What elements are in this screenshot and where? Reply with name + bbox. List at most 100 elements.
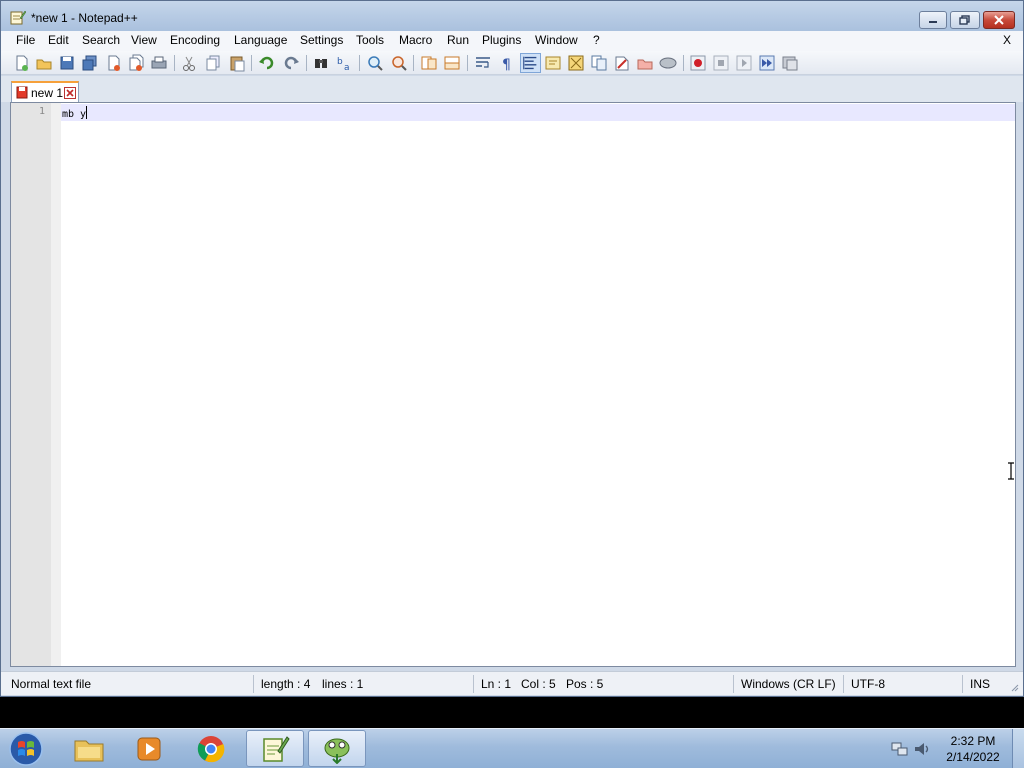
toolbar-separator <box>467 55 468 71</box>
stop-recording-icon[interactable] <box>712 54 730 72</box>
word-wrap-icon[interactable] <box>474 54 492 72</box>
current-line-highlight <box>61 104 1015 121</box>
taskbar-app[interactable] <box>308 730 366 767</box>
window-title: *new 1 - Notepad++ <box>31 11 138 25</box>
menu-help[interactable]: ? <box>593 33 600 47</box>
eye-icon[interactable] <box>659 54 677 72</box>
menu-encoding[interactable]: Encoding <box>170 33 220 47</box>
close-window-button[interactable] <box>983 11 1015 29</box>
system-clock[interactable]: 2:32 PM 2/14/2022 <box>940 733 1006 765</box>
undo-icon[interactable] <box>258 54 276 72</box>
tab-label: new 1 <box>31 86 64 100</box>
replace-icon[interactable]: ba <box>336 54 354 72</box>
menu-window[interactable]: Window <box>535 33 578 47</box>
cut-icon[interactable] <box>180 54 198 72</box>
run-macro-multiple-icon[interactable] <box>758 54 776 72</box>
user-defined-language-icon[interactable] <box>544 54 562 72</box>
sync-horizontal-icon[interactable] <box>443 54 461 72</box>
menu-file[interactable]: File <box>16 33 35 47</box>
status-col: Col : 5 <box>521 677 556 691</box>
code-line[interactable]: mb y <box>62 106 88 120</box>
clock-time: 2:32 PM <box>950 734 996 748</box>
tab-bar: new 1 <box>1 76 1023 102</box>
close-document-button[interactable]: X <box>1003 33 1011 47</box>
save-macro-icon[interactable] <box>781 54 799 72</box>
maximize-button[interactable] <box>950 11 980 29</box>
notepad-plus-plus-icon <box>263 735 290 762</box>
taskbar-chrome[interactable] <box>182 730 240 767</box>
tab-new-1[interactable]: new 1 <box>11 81 79 102</box>
taskbar-notepad-plus-plus[interactable] <box>246 730 304 767</box>
status-insert-mode[interactable]: INS <box>970 677 990 691</box>
status-eol[interactable]: Windows (CR LF) <box>741 677 836 691</box>
fold-margin[interactable] <box>51 103 61 666</box>
svg-text:b: b <box>337 57 343 67</box>
svg-text:a: a <box>344 63 350 72</box>
taskbar-media-player[interactable] <box>120 730 178 767</box>
clock-date: 2/14/2022 <box>946 750 1000 764</box>
save-icon[interactable] <box>58 54 76 72</box>
indent-guide-icon[interactable] <box>520 53 541 73</box>
minimize-button[interactable] <box>919 11 947 29</box>
show-desktop-button[interactable] <box>1012 729 1024 768</box>
title-bar[interactable]: *new 1 - Notepad++ <box>1 1 1023 31</box>
paste-icon[interactable] <box>228 54 246 72</box>
close-all-icon[interactable] <box>127 54 145 72</box>
save-all-icon[interactable] <box>81 54 99 72</box>
print-icon[interactable] <box>150 54 168 72</box>
menu-edit[interactable]: Edit <box>48 33 69 47</box>
redo-icon[interactable] <box>282 54 300 72</box>
document-map-icon[interactable] <box>567 54 585 72</box>
tab-close-button[interactable] <box>64 87 76 99</box>
playback-macro-icon[interactable] <box>735 54 753 72</box>
copy-icon[interactable] <box>204 54 222 72</box>
status-separator <box>843 675 844 693</box>
close-icon[interactable] <box>105 54 123 72</box>
toolbar-separator <box>413 55 414 71</box>
menu-tools[interactable]: Tools <box>356 33 384 47</box>
notepad-plus-plus-window: *new 1 - Notepad++ File Edit Search View… <box>0 0 1024 697</box>
taskbar: 2:32 PM 2/14/2022 <box>0 728 1024 768</box>
status-separator <box>733 675 734 693</box>
status-file-type: Normal text file <box>11 677 92 691</box>
function-list-icon[interactable] <box>590 54 608 72</box>
folder-as-workspace-icon[interactable] <box>613 54 631 72</box>
ibeam-cursor-icon <box>1008 462 1014 480</box>
zoom-out-icon[interactable] <box>390 54 408 72</box>
menu-view[interactable]: View <box>131 33 157 47</box>
menu-run[interactable]: Run <box>447 33 469 47</box>
menu-settings[interactable]: Settings <box>300 33 343 47</box>
toolbar-separator <box>306 55 307 71</box>
sync-vertical-icon[interactable] <box>420 54 438 72</box>
menu-language[interactable]: Language <box>234 33 287 47</box>
zoom-in-icon[interactable] <box>366 54 384 72</box>
open-file-icon[interactable] <box>35 54 53 72</box>
screen-gap <box>0 697 1024 728</box>
editor-area[interactable]: 1 mb y <box>10 102 1016 667</box>
notepad-plus-plus-icon <box>10 10 26 25</box>
status-ln: Ln : 1 <box>481 677 512 691</box>
network-icon[interactable] <box>890 740 908 758</box>
status-separator <box>253 675 254 693</box>
status-separator <box>473 675 474 693</box>
find-icon[interactable] <box>312 54 330 72</box>
volume-icon[interactable] <box>913 740 931 758</box>
menu-plugins[interactable]: Plugins <box>482 33 521 47</box>
taskbar-file-explorer[interactable] <box>60 730 118 767</box>
resize-grip-icon[interactable] <box>1009 682 1019 692</box>
start-button-icon[interactable] <box>6 731 46 767</box>
record-macro-icon[interactable] <box>689 54 707 72</box>
status-encoding[interactable]: UTF-8 <box>851 677 885 691</box>
menu-search[interactable]: Search <box>82 33 120 47</box>
show-all-characters-icon[interactable]: ¶ <box>498 54 516 72</box>
menu-macro[interactable]: Macro <box>399 33 432 47</box>
toolbar-separator <box>251 55 252 71</box>
monitoring-icon[interactable] <box>636 54 654 72</box>
toolbar: ba ¶ <box>1 51 1023 75</box>
menu-bar: File Edit Search View Encoding Language … <box>1 31 1023 51</box>
close-icon <box>66 89 74 97</box>
toolbar-separator <box>174 55 175 71</box>
new-file-icon[interactable] <box>13 54 31 72</box>
file-explorer-icon <box>74 740 104 761</box>
toolbar-separator <box>359 55 360 71</box>
